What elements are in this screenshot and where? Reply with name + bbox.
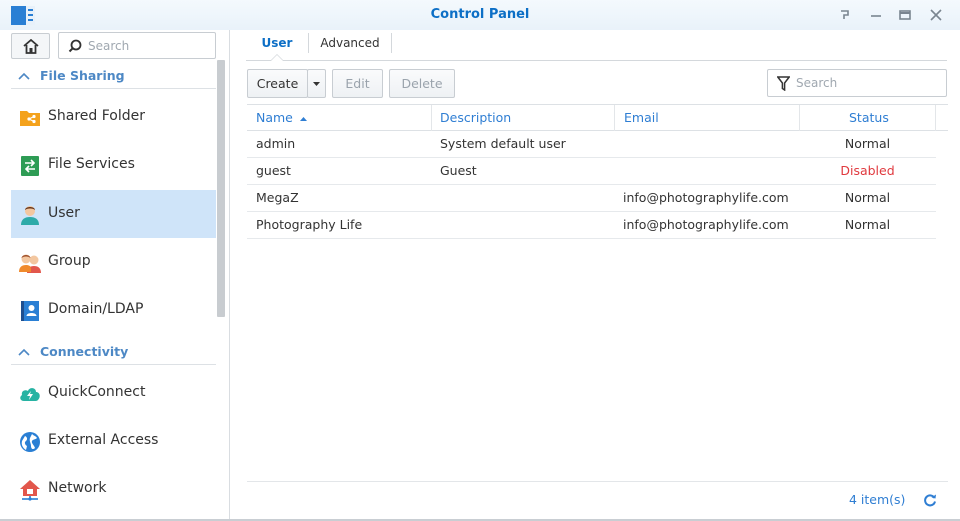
quickconnect-icon bbox=[20, 388, 40, 401]
sidebar-search[interactable] bbox=[58, 32, 216, 59]
user-table: Name Description Email Status admin Syst… bbox=[247, 104, 948, 480]
cell-status: Disabled bbox=[840, 163, 895, 178]
column-header-email[interactable]: Email bbox=[624, 105, 659, 131]
section-label: File Sharing bbox=[40, 68, 125, 83]
tab-bar: User Advanced bbox=[246, 30, 947, 61]
column-header-label: Email bbox=[624, 110, 659, 125]
search-icon bbox=[68, 39, 82, 53]
user-search[interactable] bbox=[767, 69, 947, 97]
tab-advanced[interactable]: Advanced bbox=[309, 30, 391, 61]
sort-ascending-icon bbox=[299, 116, 307, 121]
chevron-up-icon bbox=[18, 348, 30, 356]
sidebar-item-label: User bbox=[48, 205, 80, 221]
column-header-description[interactable]: Description bbox=[440, 105, 511, 131]
minimize-icon[interactable] bbox=[869, 8, 883, 22]
section-label: Connectivity bbox=[40, 344, 129, 359]
cell-name: Photography Life bbox=[256, 217, 363, 232]
table-row[interactable]: Photography Life info@photographylife.co… bbox=[247, 212, 936, 239]
create-button[interactable]: Create bbox=[247, 69, 308, 98]
column-header-status[interactable]: Status bbox=[849, 105, 889, 131]
shared-folder-icon bbox=[20, 111, 40, 126]
sidebar-item-external-access[interactable]: External Access bbox=[11, 417, 216, 465]
sidebar: File Sharing Shared Folder File Services… bbox=[0, 30, 230, 521]
help-icon[interactable] bbox=[838, 8, 852, 22]
cell-email: info@photographylife.com bbox=[623, 190, 789, 205]
table-row[interactable]: MegaZ info@photographylife.com Normal bbox=[247, 185, 936, 212]
user-icon bbox=[21, 206, 39, 225]
sidebar-item-file-services[interactable]: File Services bbox=[11, 141, 216, 189]
column-divider[interactable] bbox=[614, 105, 615, 131]
column-divider[interactable] bbox=[799, 105, 800, 131]
window-title: Control Panel bbox=[430, 7, 530, 22]
section-connectivity[interactable]: Connectivity bbox=[11, 339, 216, 365]
tab-divider bbox=[391, 33, 392, 53]
create-button-label: Create bbox=[256, 76, 299, 91]
create-dropdown-button[interactable] bbox=[307, 69, 326, 98]
tab-label: Advanced bbox=[320, 36, 380, 50]
external-access-icon bbox=[20, 432, 40, 452]
sidebar-item-label: Shared Folder bbox=[48, 108, 146, 124]
group-icon bbox=[19, 254, 41, 273]
maximize-icon[interactable] bbox=[898, 8, 912, 22]
file-services-icon bbox=[21, 156, 39, 176]
sidebar-item-label: QuickConnect bbox=[48, 384, 146, 400]
cell-status: Normal bbox=[844, 136, 891, 151]
sidebar-item-label: Domain/LDAP bbox=[48, 301, 144, 317]
sidebar-item-quickconnect[interactable]: QuickConnect bbox=[11, 369, 216, 417]
delete-button-label: Delete bbox=[401, 76, 443, 91]
home-button[interactable] bbox=[11, 33, 50, 59]
table-row[interactable]: guest Guest Disabled bbox=[247, 158, 936, 185]
cell-email: info@photographylife.com bbox=[623, 217, 789, 232]
close-icon[interactable] bbox=[929, 8, 943, 22]
sidebar-item-network[interactable]: Network bbox=[11, 465, 216, 513]
domain-ldap-icon bbox=[21, 301, 39, 321]
column-header-label: Name bbox=[256, 110, 293, 125]
refresh-icon[interactable] bbox=[923, 493, 937, 507]
cell-status: Normal bbox=[844, 217, 891, 232]
sidebar-item-label: External Access bbox=[48, 432, 159, 448]
sidebar-item-shared-folder[interactable]: Shared Folder bbox=[11, 93, 216, 141]
cell-description: System default user bbox=[440, 136, 566, 151]
cell-name: MegaZ bbox=[256, 190, 299, 205]
caret-down-icon bbox=[313, 82, 320, 86]
delete-button[interactable]: Delete bbox=[389, 69, 455, 98]
main-panel: User Advanced Create Edit Delete Name bbox=[231, 30, 960, 521]
table-row[interactable]: admin System default user Normal bbox=[247, 131, 936, 158]
sidebar-item-label: Group bbox=[48, 253, 91, 269]
chevron-up-icon bbox=[18, 72, 30, 80]
user-search-input[interactable] bbox=[796, 70, 942, 96]
item-count: 4 item(s) bbox=[849, 492, 906, 507]
cell-name: admin bbox=[256, 136, 296, 151]
network-icon bbox=[20, 480, 40, 501]
cell-status: Normal bbox=[844, 190, 891, 205]
tab-indicator bbox=[270, 54, 284, 61]
edit-button-label: Edit bbox=[345, 76, 370, 91]
sidebar-item-domain-ldap[interactable]: Domain/LDAP bbox=[11, 286, 216, 334]
cell-description: Guest bbox=[440, 163, 477, 178]
sidebar-item-label: Network bbox=[48, 480, 107, 496]
sidebar-search-input[interactable] bbox=[88, 33, 212, 58]
edit-button[interactable]: Edit bbox=[332, 69, 383, 98]
sidebar-item-label: File Services bbox=[48, 156, 135, 172]
tab-label: User bbox=[261, 36, 293, 50]
title-bar: Control Panel bbox=[0, 0, 960, 30]
sidebar-item-user[interactable]: User bbox=[11, 190, 216, 238]
filter-icon bbox=[777, 76, 790, 91]
table-footer: 4 item(s) bbox=[247, 481, 948, 518]
cell-name: guest bbox=[256, 163, 291, 178]
column-header-name[interactable]: Name bbox=[256, 105, 307, 131]
column-header-label: Description bbox=[440, 110, 512, 125]
section-file-sharing[interactable]: File Sharing bbox=[11, 63, 216, 89]
column-header-label: Status bbox=[849, 110, 889, 125]
table-header: Name Description Email Status bbox=[247, 105, 948, 131]
column-divider[interactable] bbox=[431, 105, 432, 131]
sidebar-scrollbar[interactable] bbox=[217, 60, 225, 317]
column-divider[interactable] bbox=[935, 105, 936, 131]
home-icon bbox=[23, 39, 39, 54]
sidebar-item-group[interactable]: Group bbox=[11, 238, 216, 286]
